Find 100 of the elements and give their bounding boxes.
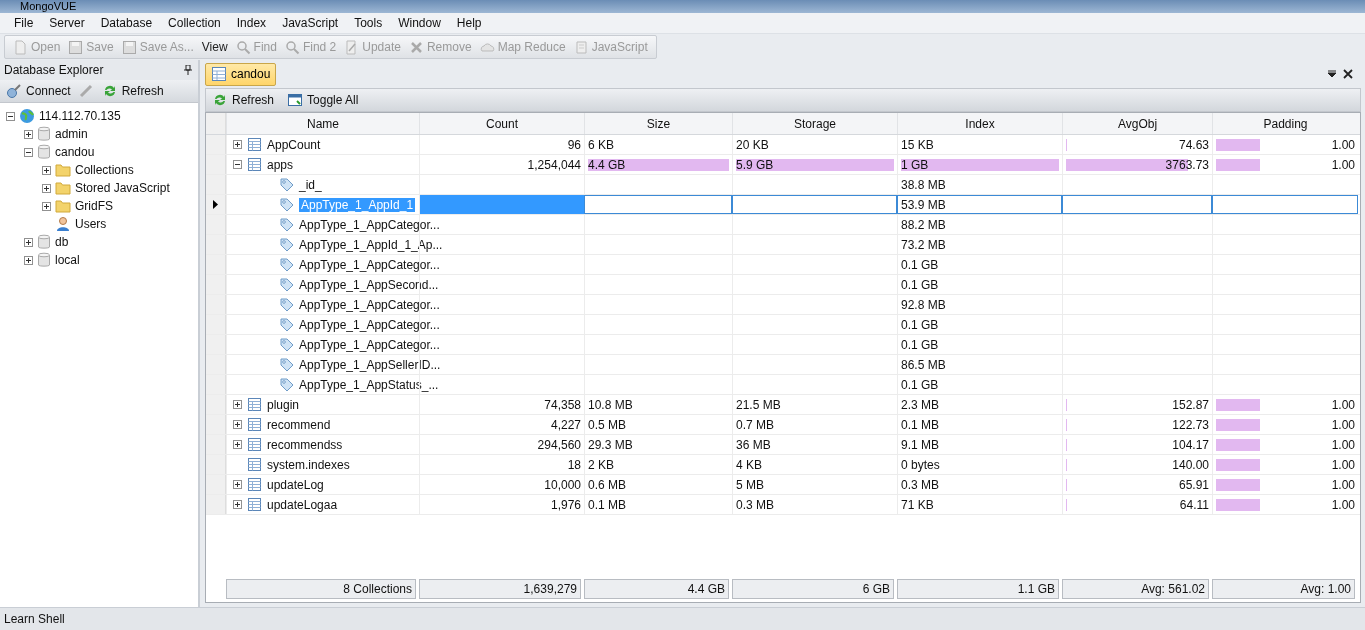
toolbar-button[interactable]: View: [197, 40, 232, 54]
expand-icon[interactable]: [233, 140, 242, 149]
table-cell: 4 KB: [736, 457, 762, 472]
tree-item[interactable]: Stored JavaScript: [75, 181, 170, 195]
expand-icon[interactable]: [233, 480, 242, 489]
table-cell: 0.1 GB: [901, 337, 939, 352]
menu-item[interactable]: JavaScript: [274, 16, 347, 30]
expand-icon[interactable]: [233, 400, 242, 409]
table-row[interactable]: AppType_1_AppCategor... 0.1 GB: [206, 335, 1360, 355]
menu-item[interactable]: Index: [228, 16, 275, 30]
table-row[interactable]: AppType_1_AppCategor... 0.1 GB: [206, 255, 1360, 275]
row-header[interactable]: [206, 195, 226, 214]
tag-icon: [279, 176, 295, 193]
column-header[interactable]: Storage: [732, 113, 897, 134]
summary-cell: Avg: 1.00: [1212, 579, 1355, 599]
toolbar-button[interactable]: Connect: [3, 83, 77, 99]
column-header[interactable]: Index: [897, 113, 1062, 134]
dropdown-icon[interactable]: [1327, 69, 1337, 79]
table-row[interactable]: AppType_1_AppCategor... 88.2 MB: [206, 215, 1360, 235]
table-row[interactable]: AppType_1_AppId_1 53.9 MB: [206, 195, 1360, 215]
close-icon[interactable]: [1343, 69, 1353, 79]
table-row[interactable]: AppType_1_AppCategor... 92.8 MB: [206, 295, 1360, 315]
toolbar-button[interactable]: Toggle All: [284, 92, 365, 108]
table-row[interactable]: AppType_1_AppSellerID... 86.5 MB: [206, 355, 1360, 375]
column-header[interactable]: Size: [584, 113, 732, 134]
table-cell: 38.8 MB: [901, 177, 946, 192]
table-cell: 3763.73: [1165, 157, 1209, 172]
tree-item[interactable]: GridFS: [75, 199, 113, 213]
tree-item[interactable]: Collections: [75, 163, 134, 177]
expand-icon[interactable]: [233, 500, 242, 509]
tree-item[interactable]: candou: [55, 145, 95, 159]
tag-icon: [279, 276, 295, 293]
window-title: MongoVUE: [20, 0, 77, 13]
status-text[interactable]: Learn Shell: [4, 612, 65, 626]
tree-item[interactable]: Users: [75, 217, 107, 231]
refresh-icon: [212, 92, 228, 108]
database-icon: [37, 126, 51, 142]
tree-item[interactable]: 114.112.70.135: [39, 109, 121, 123]
table-cell: 294,560: [537, 437, 581, 452]
expand-icon[interactable]: [42, 183, 51, 193]
table-icon: [247, 477, 262, 492]
table-cell: 0.1 GB: [901, 277, 939, 292]
menu-item[interactable]: Help: [448, 16, 490, 30]
table-cell: 4.4 GB: [588, 157, 626, 172]
table-row[interactable]: recommendss 294,560 29.3 MB 36 MB 9.1 MB 104.17 1.00: [206, 435, 1360, 455]
column-header[interactable]: AvgObj: [1062, 113, 1212, 134]
menu-item[interactable]: Tools: [346, 16, 391, 30]
table-row[interactable]: AppCount 96 6 KB 20 KB 15 KB 74.63 1.00: [206, 135, 1360, 155]
tree-item[interactable]: db: [55, 235, 69, 249]
table-row[interactable]: updateLog 10,000 0.6 MB 5 MB 0.3 MB 65.91 1.00: [206, 475, 1360, 495]
table-row[interactable]: apps 1,254,044 4.4 GB 5.9 GB 1 GB 3763.73 1.00: [206, 155, 1360, 175]
table-cell: 86.5 MB: [901, 357, 946, 372]
table-cell: 0.6 MB: [588, 477, 626, 492]
column-header[interactable]: Padding: [1212, 113, 1358, 134]
expand-icon[interactable]: [24, 129, 33, 139]
column-header[interactable]: Count: [419, 113, 584, 134]
menu-item[interactable]: Collection: [160, 16, 229, 30]
expand-icon[interactable]: [233, 420, 242, 429]
table-row[interactable]: AppType_1_AppStatus_... 0.1 GB: [206, 375, 1360, 395]
collapse-icon[interactable]: [233, 160, 242, 169]
table-row[interactable]: plugin 74,358 10.8 MB 21.5 MB 2.3 MB 152.87 1.00: [206, 395, 1360, 415]
expand-icon[interactable]: [24, 237, 33, 247]
table-cell: 0.7 MB: [736, 417, 774, 432]
collapse-icon[interactable]: [24, 147, 33, 157]
table-cell: 64.11: [1179, 497, 1209, 512]
table-cell: AppType_1_AppCategor...: [299, 217, 440, 232]
menu-item[interactable]: Database: [92, 16, 161, 30]
table-cell: 0.3 MB: [901, 477, 939, 492]
toolbar-button[interactable]: Refresh: [209, 92, 281, 108]
table-row[interactable]: AppType_1_AppCategor... 0.1 GB: [206, 315, 1360, 335]
table-cell: 5 MB: [736, 477, 764, 492]
table-cell: AppType_1_AppCategor...: [299, 257, 440, 272]
table-row[interactable]: system.indexes 18 2 KB 4 KB 0 bytes 140.00 1.00: [206, 455, 1360, 475]
table-row[interactable]: _id_ 38.8 MB: [206, 175, 1360, 195]
menu-item[interactable]: Server: [41, 16, 93, 30]
collapse-icon[interactable]: [6, 111, 15, 121]
menu-item[interactable]: Window: [390, 16, 449, 30]
globe-icon: [19, 108, 35, 124]
column-header[interactable]: Name: [226, 113, 419, 134]
table-cell: AppType_1_AppCategor...: [299, 337, 440, 352]
tag-icon: [279, 296, 295, 313]
tab[interactable]: candou: [205, 62, 277, 86]
expand-icon[interactable]: [24, 255, 33, 265]
expand-icon[interactable]: [42, 201, 51, 211]
tag-icon: [279, 256, 295, 273]
tree-item[interactable]: admin: [55, 127, 88, 141]
tree-item[interactable]: local: [55, 253, 80, 267]
table-row[interactable]: recommend 4,227 0.5 MB 0.7 MB 0.1 MB 122.73 1.00: [206, 415, 1360, 435]
table-cell: 15 KB: [901, 137, 934, 152]
pin-icon[interactable]: [184, 65, 192, 75]
table-cell: 2.3 MB: [901, 397, 939, 412]
expand-icon[interactable]: [233, 440, 242, 449]
menu-item[interactable]: File: [6, 16, 42, 30]
table-row[interactable]: AppType_1_AppId_1_Ap... 73.2 MB: [206, 235, 1360, 255]
expand-icon[interactable]: [42, 165, 51, 175]
summary-cell: 8 Collections: [226, 579, 416, 599]
toolbar-button[interactable]: Refresh: [98, 83, 170, 99]
table-cell: 6 KB: [588, 137, 614, 152]
table-row[interactable]: AppType_1_AppSecond... 0.1 GB: [206, 275, 1360, 295]
table-row[interactable]: updateLogaa 1,976 0.1 MB 0.3 MB 71 KB 64.11 1.00: [206, 495, 1360, 515]
